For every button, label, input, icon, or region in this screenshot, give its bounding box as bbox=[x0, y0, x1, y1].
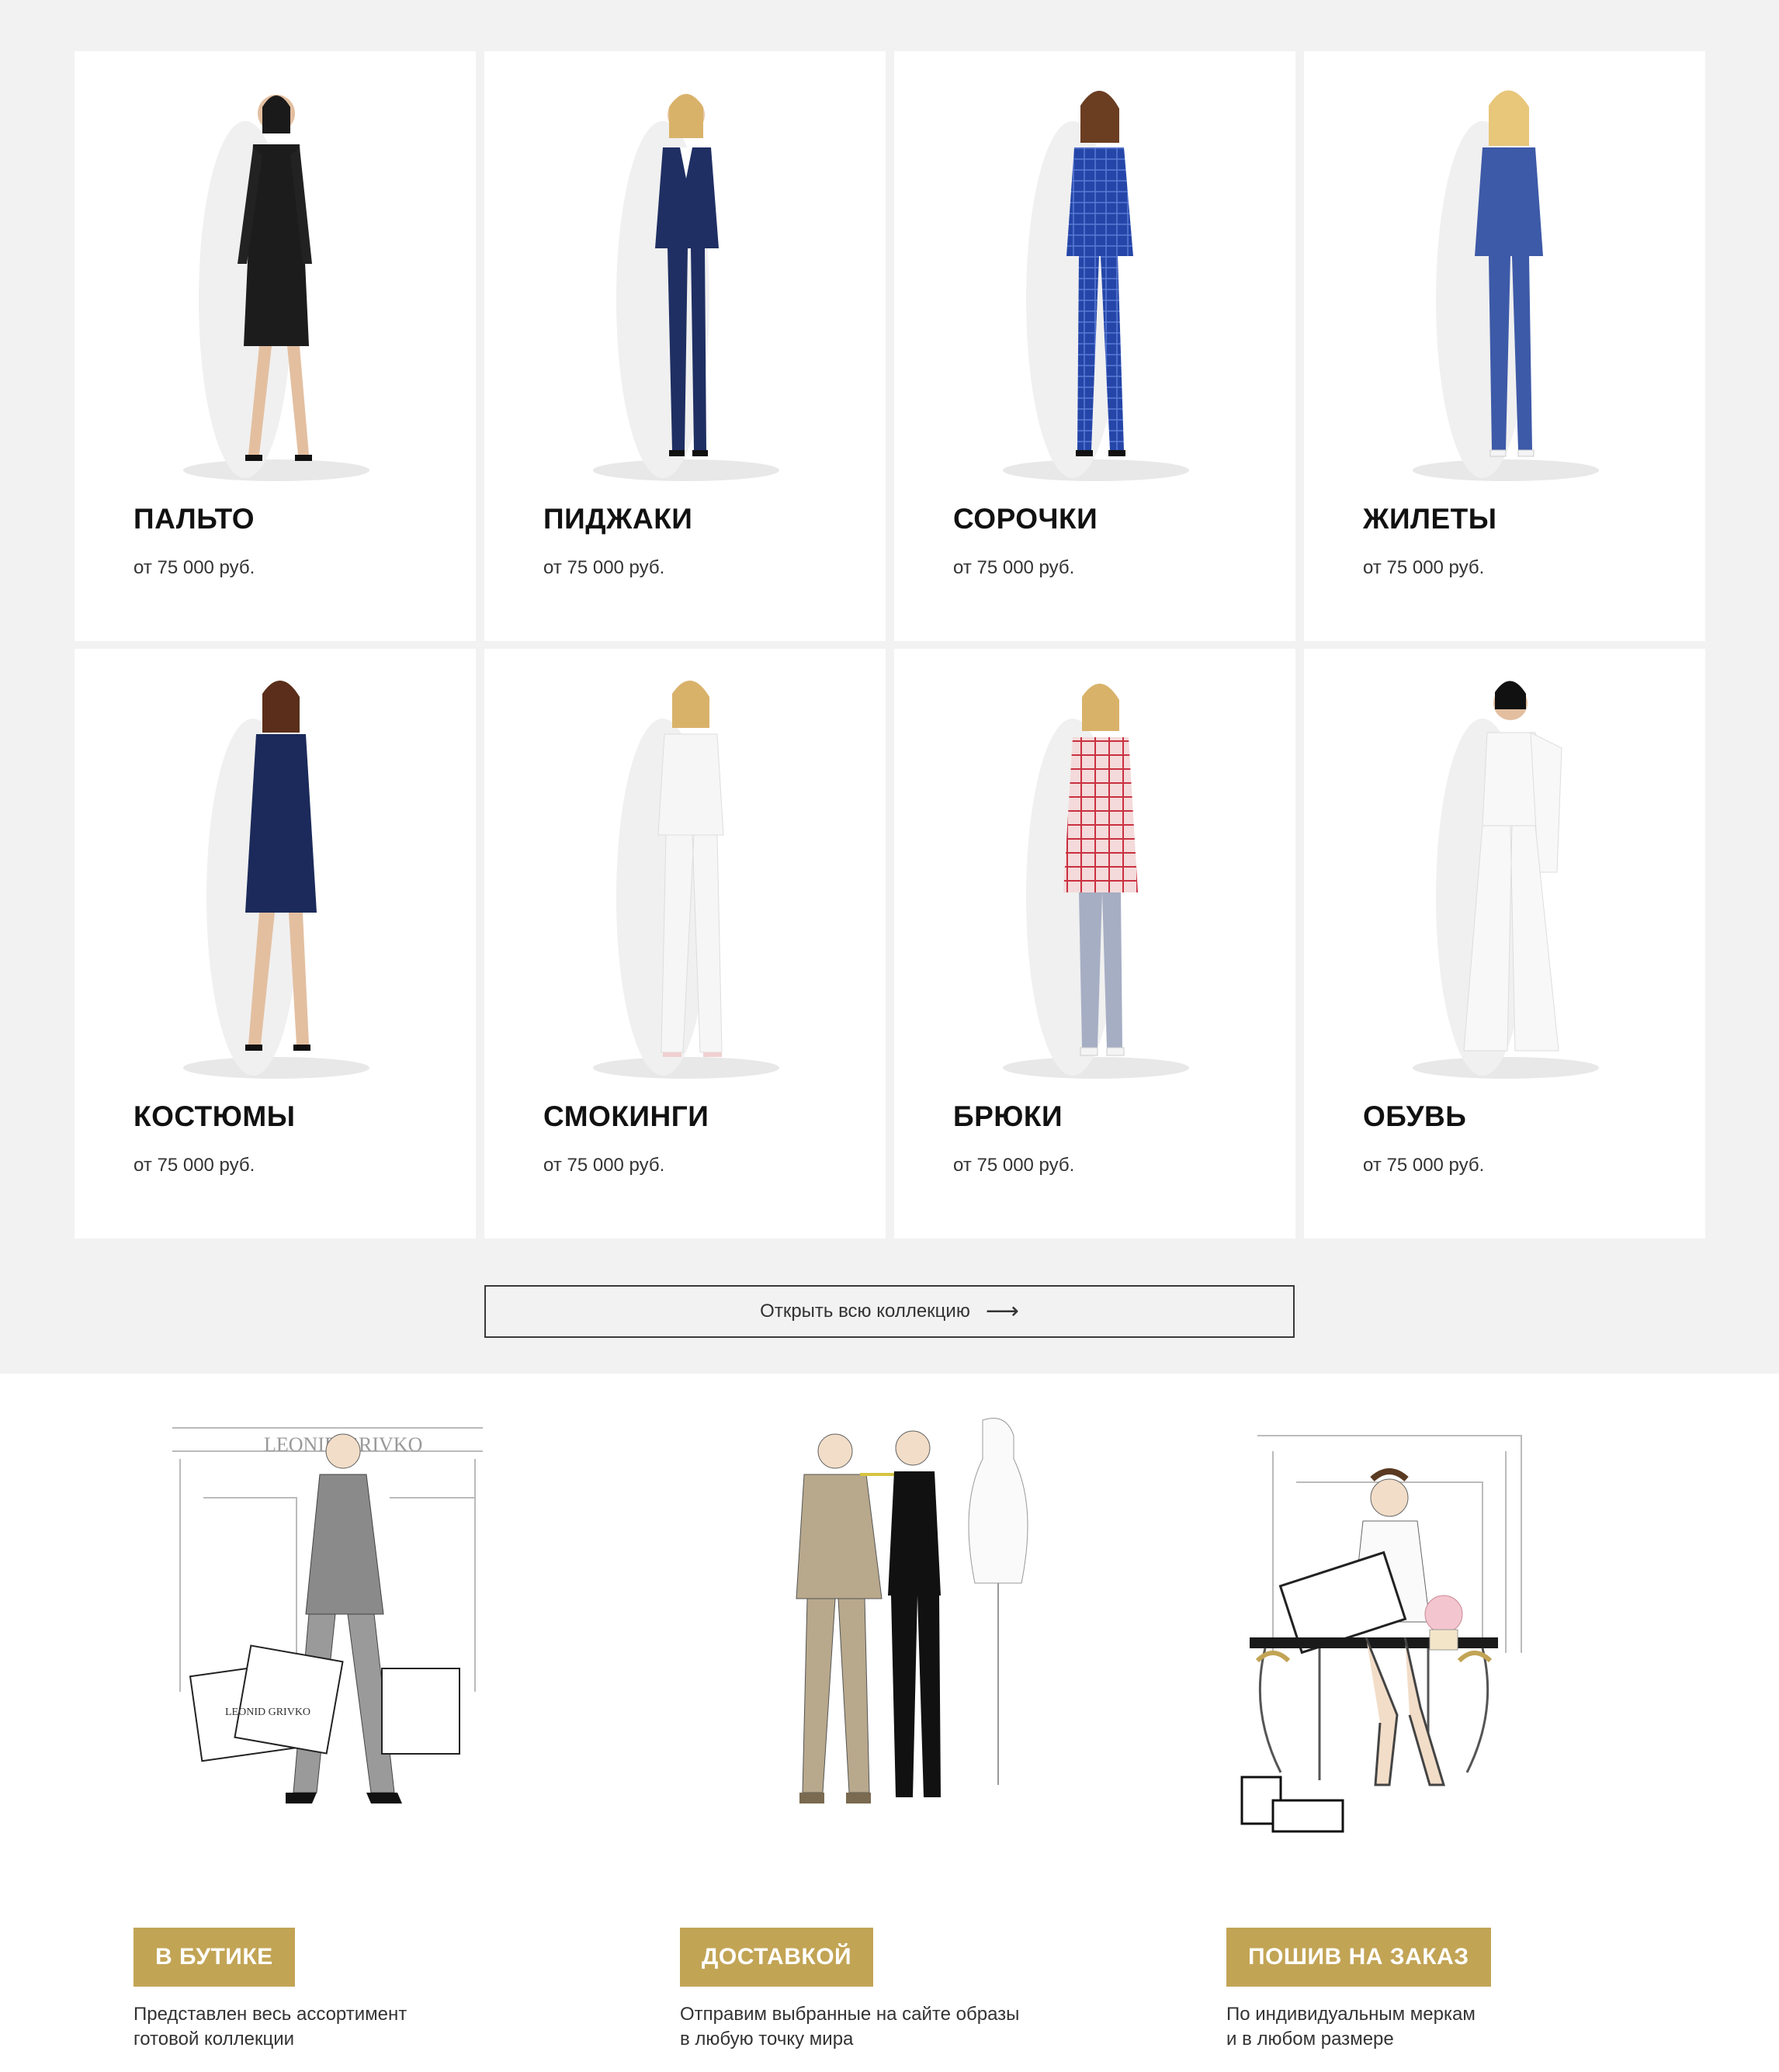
product-photo bbox=[539, 67, 831, 517]
delivery-badge[interactable]: ДОСТАВКОЙ bbox=[680, 1928, 874, 1987]
product-photo bbox=[948, 67, 1241, 517]
arrow-right-icon: ⟶ bbox=[985, 1298, 1019, 1324]
card-title: КОСТЮМЫ bbox=[134, 1100, 296, 1132]
card-price: от 75 000 руб. bbox=[953, 557, 1075, 578]
catalog-section: ПАЛЬТО от 75 000 руб. ПИДЖАКИ от 75 000 … bbox=[0, 0, 1779, 1374]
service-boutique: LEONID GRIVKO LEONID GRIVKO В БУТИКЕ Пре… bbox=[134, 1405, 630, 2072]
boutique-description: Представлен весь ассортимент готовой кол… bbox=[134, 2002, 615, 2052]
delivery-description-line-1: Отправим выбранные на сайте образы bbox=[680, 2004, 1020, 2025]
tailoring-description: По индивидуальным меркам и в любом разме… bbox=[1226, 2002, 1708, 2052]
card-title: СОРОЧКИ bbox=[953, 503, 1098, 535]
catalog-card-shoes[interactable]: ОБУВЬ от 75 000 руб. bbox=[1304, 649, 1705, 1239]
boutique-badge[interactable]: В БУТИКЕ bbox=[134, 1928, 295, 1987]
boutique-description-line-2: готовой коллекции bbox=[134, 2029, 295, 2049]
delivery-illustration bbox=[680, 1405, 1177, 1878]
card-price: от 75 000 руб. bbox=[543, 557, 665, 578]
card-price: от 75 000 руб. bbox=[1363, 1155, 1485, 1176]
open-collection-button[interactable]: Открыть всю коллекцию ⟶ bbox=[484, 1285, 1295, 1338]
tailoring-badge[interactable]: ПОШИВ НА ЗАКАЗ bbox=[1226, 1928, 1491, 1987]
tailoring-description-line-1: По индивидуальным меркам bbox=[1226, 2004, 1476, 2025]
card-price: от 75 000 руб. bbox=[134, 1155, 255, 1176]
product-photo bbox=[539, 664, 831, 1114]
open-collection-label: Открыть всю коллекцию bbox=[760, 1301, 970, 1322]
product-photo bbox=[129, 664, 421, 1114]
delivery-description-line-2: в любую точку мира bbox=[680, 2029, 854, 2049]
service-tailoring: ПОШИВ НА ЗАКАЗ По индивидуальным меркам … bbox=[1226, 1405, 1723, 2072]
card-title: ЖИЛЕТЫ bbox=[1363, 503, 1497, 535]
tailoring-description-line-2: и в любом размере bbox=[1226, 2029, 1394, 2049]
product-photo bbox=[1358, 67, 1651, 517]
catalog-card-shirts[interactable]: СОРОЧКИ от 75 000 руб. bbox=[894, 51, 1295, 641]
card-title: ПАЛЬТО bbox=[134, 503, 255, 535]
product-photo bbox=[948, 664, 1241, 1114]
catalog-card-coats[interactable]: ПАЛЬТО от 75 000 руб. bbox=[75, 51, 476, 641]
card-price: от 75 000 руб. bbox=[1363, 557, 1485, 578]
bag-logo-text: LEONID GRIVKO bbox=[225, 1706, 310, 1718]
catalog-card-vests[interactable]: ЖИЛЕТЫ от 75 000 руб. bbox=[1304, 51, 1705, 641]
tailoring-illustration bbox=[1226, 1405, 1723, 1878]
product-photo bbox=[1358, 664, 1651, 1114]
card-price: от 75 000 руб. bbox=[134, 557, 255, 578]
product-photo bbox=[129, 67, 421, 517]
boutique-illustration: LEONID GRIVKO LEONID GRIVKO bbox=[134, 1405, 630, 1878]
delivery-description: Отправим выбранные на сайте образы в люб… bbox=[680, 2002, 1161, 2052]
card-title: СМОКИНГИ bbox=[543, 1100, 709, 1132]
card-title: ПИДЖАКИ bbox=[543, 503, 693, 535]
catalog-card-jackets[interactable]: ПИДЖАКИ от 75 000 руб. bbox=[484, 51, 886, 641]
catalog-card-suits[interactable]: КОСТЮМЫ от 75 000 руб. bbox=[75, 649, 476, 1239]
catalog-card-tuxedos[interactable]: СМОКИНГИ от 75 000 руб. bbox=[484, 649, 886, 1239]
service-delivery: ДОСТАВКОЙ Отправим выбранные на сайте об… bbox=[680, 1405, 1177, 2072]
catalog-card-trousers[interactable]: БРЮКИ от 75 000 руб. bbox=[894, 649, 1295, 1239]
boutique-description-line-1: Представлен весь ассортимент bbox=[134, 2004, 407, 2025]
card-price: от 75 000 руб. bbox=[953, 1155, 1075, 1176]
card-price: от 75 000 руб. bbox=[543, 1155, 665, 1176]
card-title: БРЮКИ bbox=[953, 1100, 1063, 1132]
card-title: ОБУВЬ bbox=[1363, 1100, 1467, 1132]
